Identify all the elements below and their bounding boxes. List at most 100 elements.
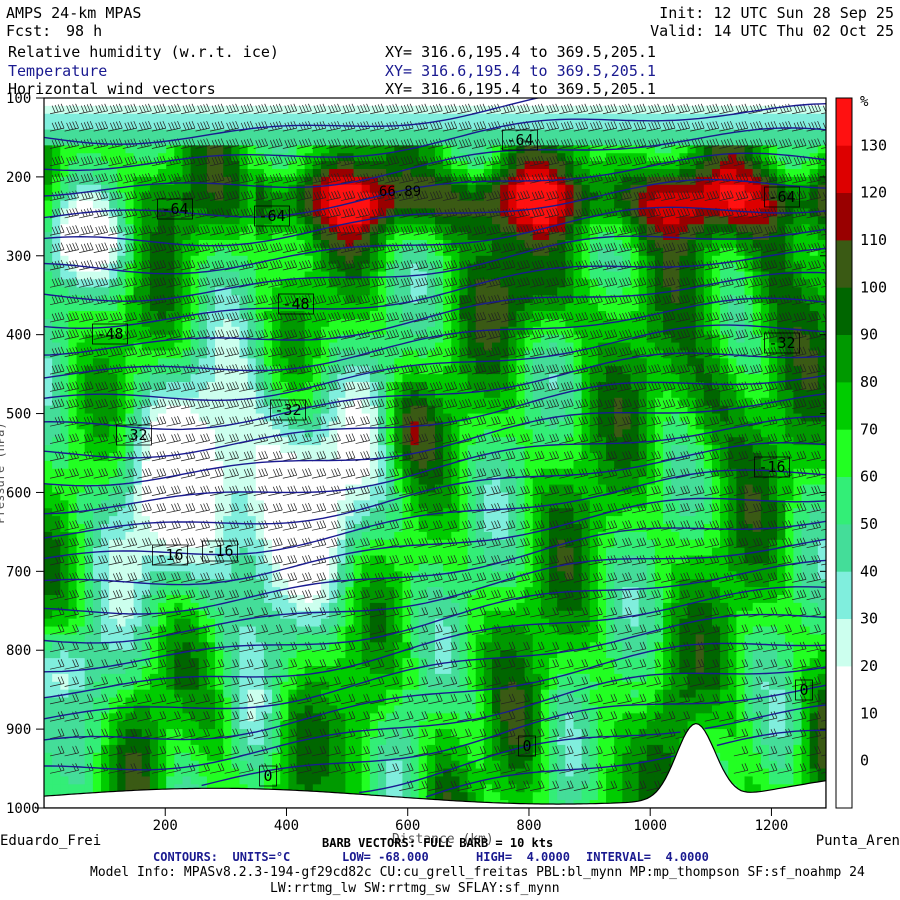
rh-cell	[231, 216, 241, 225]
rh-cell	[475, 768, 485, 778]
rh-cell	[68, 389, 78, 399]
rh-cell	[117, 287, 127, 296]
rh-cell	[52, 571, 61, 580]
rh-cell	[369, 255, 379, 265]
rh-cell	[369, 618, 379, 628]
rh-cell	[239, 721, 249, 730]
rh-cell	[255, 737, 265, 746]
rh-cell	[320, 413, 330, 423]
rh-cell	[459, 169, 469, 178]
rh-cell	[44, 539, 53, 549]
rh-cell	[426, 176, 436, 186]
rh-cell	[426, 113, 436, 123]
rh-cell	[166, 437, 175, 446]
rh-cell	[44, 232, 53, 241]
rh-cell	[361, 705, 371, 714]
rh-cell	[198, 303, 208, 312]
rh-cell	[288, 618, 298, 628]
rh-cell	[475, 200, 485, 210]
rh-cell	[215, 563, 224, 572]
rh-cell	[60, 429, 70, 438]
rh-cell	[84, 626, 94, 636]
rh-cell	[329, 429, 338, 438]
rh-cell	[329, 216, 338, 225]
rh-cell	[492, 200, 501, 210]
rh-cell	[426, 555, 436, 565]
rh-cell	[394, 405, 404, 415]
rh-cell	[369, 113, 379, 123]
rh-cell	[345, 113, 355, 123]
rh-cell	[320, 318, 330, 328]
rh-cell	[174, 326, 184, 336]
rh-cell	[435, 216, 444, 225]
rh-cell	[255, 358, 265, 367]
rh-cell	[288, 334, 298, 344]
rh-cell	[369, 666, 379, 675]
rh-cell	[369, 776, 379, 785]
rh-cell	[215, 161, 224, 170]
rh-cell	[272, 247, 281, 257]
rh-cell	[467, 169, 477, 178]
rh-cell	[149, 287, 159, 296]
rh-cell	[125, 326, 135, 336]
rh-cell	[101, 768, 110, 778]
rh-cell	[133, 145, 143, 154]
rh-cell	[255, 129, 265, 139]
rh-cell	[492, 287, 501, 296]
rh-cell	[52, 358, 61, 367]
rh-cell	[345, 721, 355, 730]
rh-cell	[52, 705, 61, 714]
rh-cell	[320, 98, 330, 107]
rh-cell	[84, 161, 94, 170]
rh-cell	[369, 287, 379, 296]
rh-cell	[109, 397, 118, 407]
rh-cell	[255, 98, 265, 107]
rh-cell	[394, 547, 404, 557]
rh-cell	[182, 618, 192, 628]
rh-cell	[215, 98, 224, 107]
rh-cell	[410, 579, 420, 588]
rh-cell	[410, 689, 420, 699]
rh-cell	[329, 445, 338, 454]
rh-cell	[198, 287, 208, 296]
rh-cell	[410, 350, 420, 359]
rh-cell	[255, 311, 265, 320]
rh-cell	[353, 776, 363, 785]
rh-cell	[44, 721, 53, 730]
rh-cell	[133, 358, 143, 367]
rh-cell	[60, 255, 70, 265]
rh-cell	[255, 721, 265, 730]
rh-cell	[133, 374, 143, 383]
rh-cell	[44, 460, 53, 470]
rh-cell	[443, 689, 452, 699]
rh-cell	[280, 776, 289, 785]
rh-cell	[84, 618, 94, 628]
rh-cell	[483, 200, 493, 210]
rh-cell	[443, 342, 452, 352]
rh-cell	[320, 634, 330, 643]
rh-cell	[125, 389, 135, 399]
rh-cell	[255, 169, 265, 178]
rh-cell	[272, 113, 281, 123]
rh-cell	[418, 287, 428, 296]
rh-cell	[190, 721, 200, 730]
rh-cell	[353, 429, 363, 438]
rh-cell	[304, 200, 314, 210]
rh-cell	[402, 563, 412, 572]
rh-cell	[101, 539, 110, 549]
rh-cell	[101, 429, 110, 438]
rh-cell	[84, 658, 94, 667]
rh-cell	[133, 524, 143, 533]
rh-cell	[345, 784, 355, 793]
rh-cell	[394, 776, 404, 785]
rh-cell	[361, 255, 371, 265]
rh-cell	[247, 358, 257, 367]
rh-cell	[451, 484, 461, 494]
rh-cell	[84, 516, 94, 525]
rh-cell	[369, 445, 379, 454]
rh-cell	[117, 689, 127, 699]
rh-cell	[125, 602, 135, 612]
rh-cell	[117, 547, 127, 557]
rh-cell	[304, 421, 314, 430]
rh-cell	[84, 255, 94, 265]
